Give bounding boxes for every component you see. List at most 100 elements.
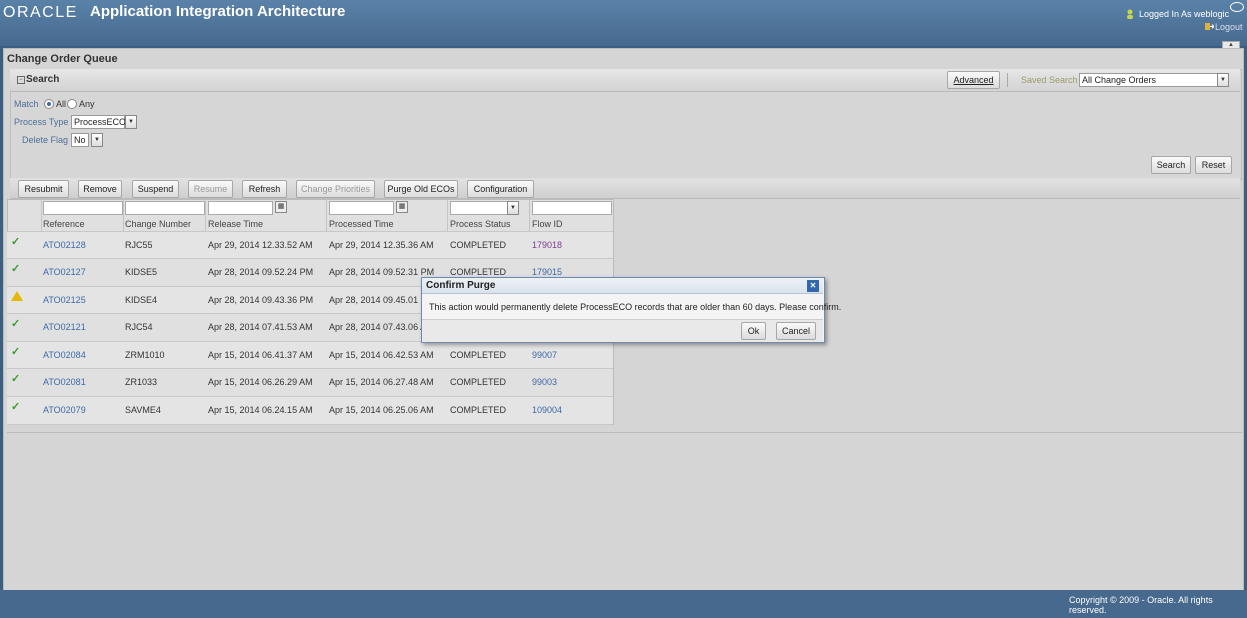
change-number-cell: ZR1033 [125,377,158,387]
reference-link[interactable]: ATO02125 [43,287,86,314]
process-status-cell: COMPLETED [450,405,507,415]
table-row[interactable]: ✓ ATO02081 ZR1033 Apr 15, 2014 06.26.29 … [7,368,613,396]
remove-button[interactable]: Remove [78,180,122,198]
reference-link[interactable]: ATO02121 [43,314,86,341]
release-time-cell: Apr 28, 2014 09.52.24 PM [208,267,314,277]
release-time-cell: Apr 15, 2014 06.24.15 AM [208,405,313,415]
flow-id-link[interactable]: 179018 [532,232,562,259]
user-icon [1127,9,1133,19]
suspend-button[interactable]: Suspend [132,180,179,198]
check-icon: ✓ [11,401,21,413]
search-button[interactable]: Search [1151,156,1191,174]
copyright-text: Copyright © 2009 - Oracle. All rights re… [1069,595,1213,615]
collapse-search-icon[interactable]: − [17,76,25,84]
saved-search-select[interactable]: All Change Orders [1079,73,1219,87]
ok-button[interactable]: Ok [741,322,766,340]
table-row[interactable]: ✓ ATO02079 SAVME4 Apr 15, 2014 06.24.15 … [7,396,613,425]
table-row[interactable]: ✓ ATO02084 ZRM1010 Apr 15, 2014 06.41.37… [7,341,613,369]
oracle-logo: ORACLE [3,4,78,21]
dialog-title: Confirm Purge [426,280,496,291]
process-status-cell: COMPLETED [450,350,507,360]
match-all-label: All [56,99,67,109]
change-number-filter-input[interactable] [125,201,205,215]
reference-link[interactable]: ATO02084 [43,342,86,369]
match-label: Match [14,99,39,109]
change-number-cell: KIDSE5 [125,267,158,277]
saved-search-label: Saved Search [1021,75,1078,85]
change-number-cell: RJC54 [125,322,153,332]
release-time-filter-input[interactable] [208,201,273,215]
delete-flag-select[interactable]: No [71,133,89,147]
release-time-cell: Apr 15, 2014 06.41.37 AM [208,350,313,360]
chevron-down-icon[interactable]: ▼ [507,201,519,215]
logged-in-label: Logged In As weblogic [1139,9,1230,19]
processed-time-cell: Apr 15, 2014 06.25.06 AM [329,405,434,415]
processed-time-cell: Apr 15, 2014 06.27.48 AM [329,377,434,387]
match-any-label: Any [79,99,95,109]
reference-link[interactable]: ATO02081 [43,369,86,396]
page-title: Change Order Queue [7,53,118,65]
column-header-process-status[interactable]: Process Status [450,218,511,231]
chevron-down-icon[interactable]: ▼ [91,133,103,147]
help-icon[interactable] [1230,2,1244,12]
flow-id-link[interactable]: 99003 [532,369,557,396]
reference-filter-input[interactable] [43,201,123,215]
warning-icon [11,291,23,301]
processed-time-cell: Apr 28, 2014 09.52.31 PM [329,267,435,277]
processed-time-cell: Apr 29, 2014 12.35.36 AM [329,240,434,250]
process-status-cell: COMPLETED [450,377,507,387]
divider [7,432,1242,433]
resubmit-button[interactable]: Resubmit [18,180,69,198]
change-priorities-button[interactable]: Change Priorities [296,180,375,198]
check-icon: ✓ [11,263,21,275]
reference-link[interactable]: ATO02127 [43,259,86,286]
column-header-flow-id[interactable]: Flow ID [532,218,563,231]
check-icon: ✓ [11,373,21,385]
resume-button[interactable]: Resume [188,180,233,198]
close-icon[interactable]: ✕ [807,280,819,292]
configuration-button[interactable]: Configuration [467,180,534,198]
processed-time-cell: Apr 28, 2014 07.43.06 A [329,322,427,332]
column-header-processed-time[interactable]: Processed Time [329,218,394,231]
cancel-button[interactable]: Cancel [776,322,816,340]
advanced-button[interactable]: Advanced [947,71,1000,89]
refresh-button[interactable]: Refresh [242,180,287,198]
check-icon: ✓ [11,236,21,248]
reference-link[interactable]: ATO02079 [43,397,86,424]
calendar-icon[interactable]: ▦ [396,201,408,213]
processed-time-cell: Apr 28, 2014 09.45.01 P [329,295,427,305]
processed-time-cell: Apr 15, 2014 06.42.53 AM [329,350,434,360]
column-header-release-time[interactable]: Release Time [208,218,263,231]
logout-icon [1205,23,1214,30]
reset-button[interactable]: Reset [1195,156,1232,174]
release-time-cell: Apr 28, 2014 07.41.53 AM [208,322,313,332]
match-all-radio[interactable] [44,99,54,109]
delete-flag-label: Delete Flag [22,135,69,145]
purge-old-ecos-button[interactable]: Purge Old ECOs [384,180,458,198]
change-number-cell: SAVME4 [125,405,161,415]
process-type-label: Process Type [14,117,69,127]
processed-time-filter-input[interactable] [329,201,394,215]
search-title: Search [26,74,60,85]
process-type-select[interactable]: ProcessECO [71,115,126,129]
flow-id-filter-input[interactable] [532,201,612,215]
calendar-icon[interactable]: ▦ [275,201,287,213]
column-header-change-number[interactable]: Change Number [125,218,191,231]
flow-id-link[interactable]: 109004 [532,397,562,424]
chevron-down-icon[interactable]: ▼ [125,115,137,129]
dialog-message: This action would permanently delete Pro… [429,302,842,312]
match-any-radio[interactable] [67,99,77,109]
release-time-cell: Apr 29, 2014 12.33.52 AM [208,240,313,250]
flow-id-link[interactable]: 99007 [532,342,557,369]
change-number-cell: RJC55 [125,240,153,250]
change-number-cell: KIDSE4 [125,295,158,305]
column-header-reference[interactable]: Reference [43,218,85,231]
logout-link[interactable]: Logout [1215,22,1243,32]
table-row[interactable]: ✓ ATO02128 RJC55 Apr 29, 2014 12.33.52 A… [7,231,613,259]
reference-link[interactable]: ATO02128 [43,232,86,259]
footer [0,590,1247,618]
check-icon: ✓ [11,318,21,330]
process-status-filter-select[interactable] [450,201,509,215]
chevron-down-icon[interactable]: ▼ [1217,73,1229,87]
check-icon: ✓ [11,346,21,358]
